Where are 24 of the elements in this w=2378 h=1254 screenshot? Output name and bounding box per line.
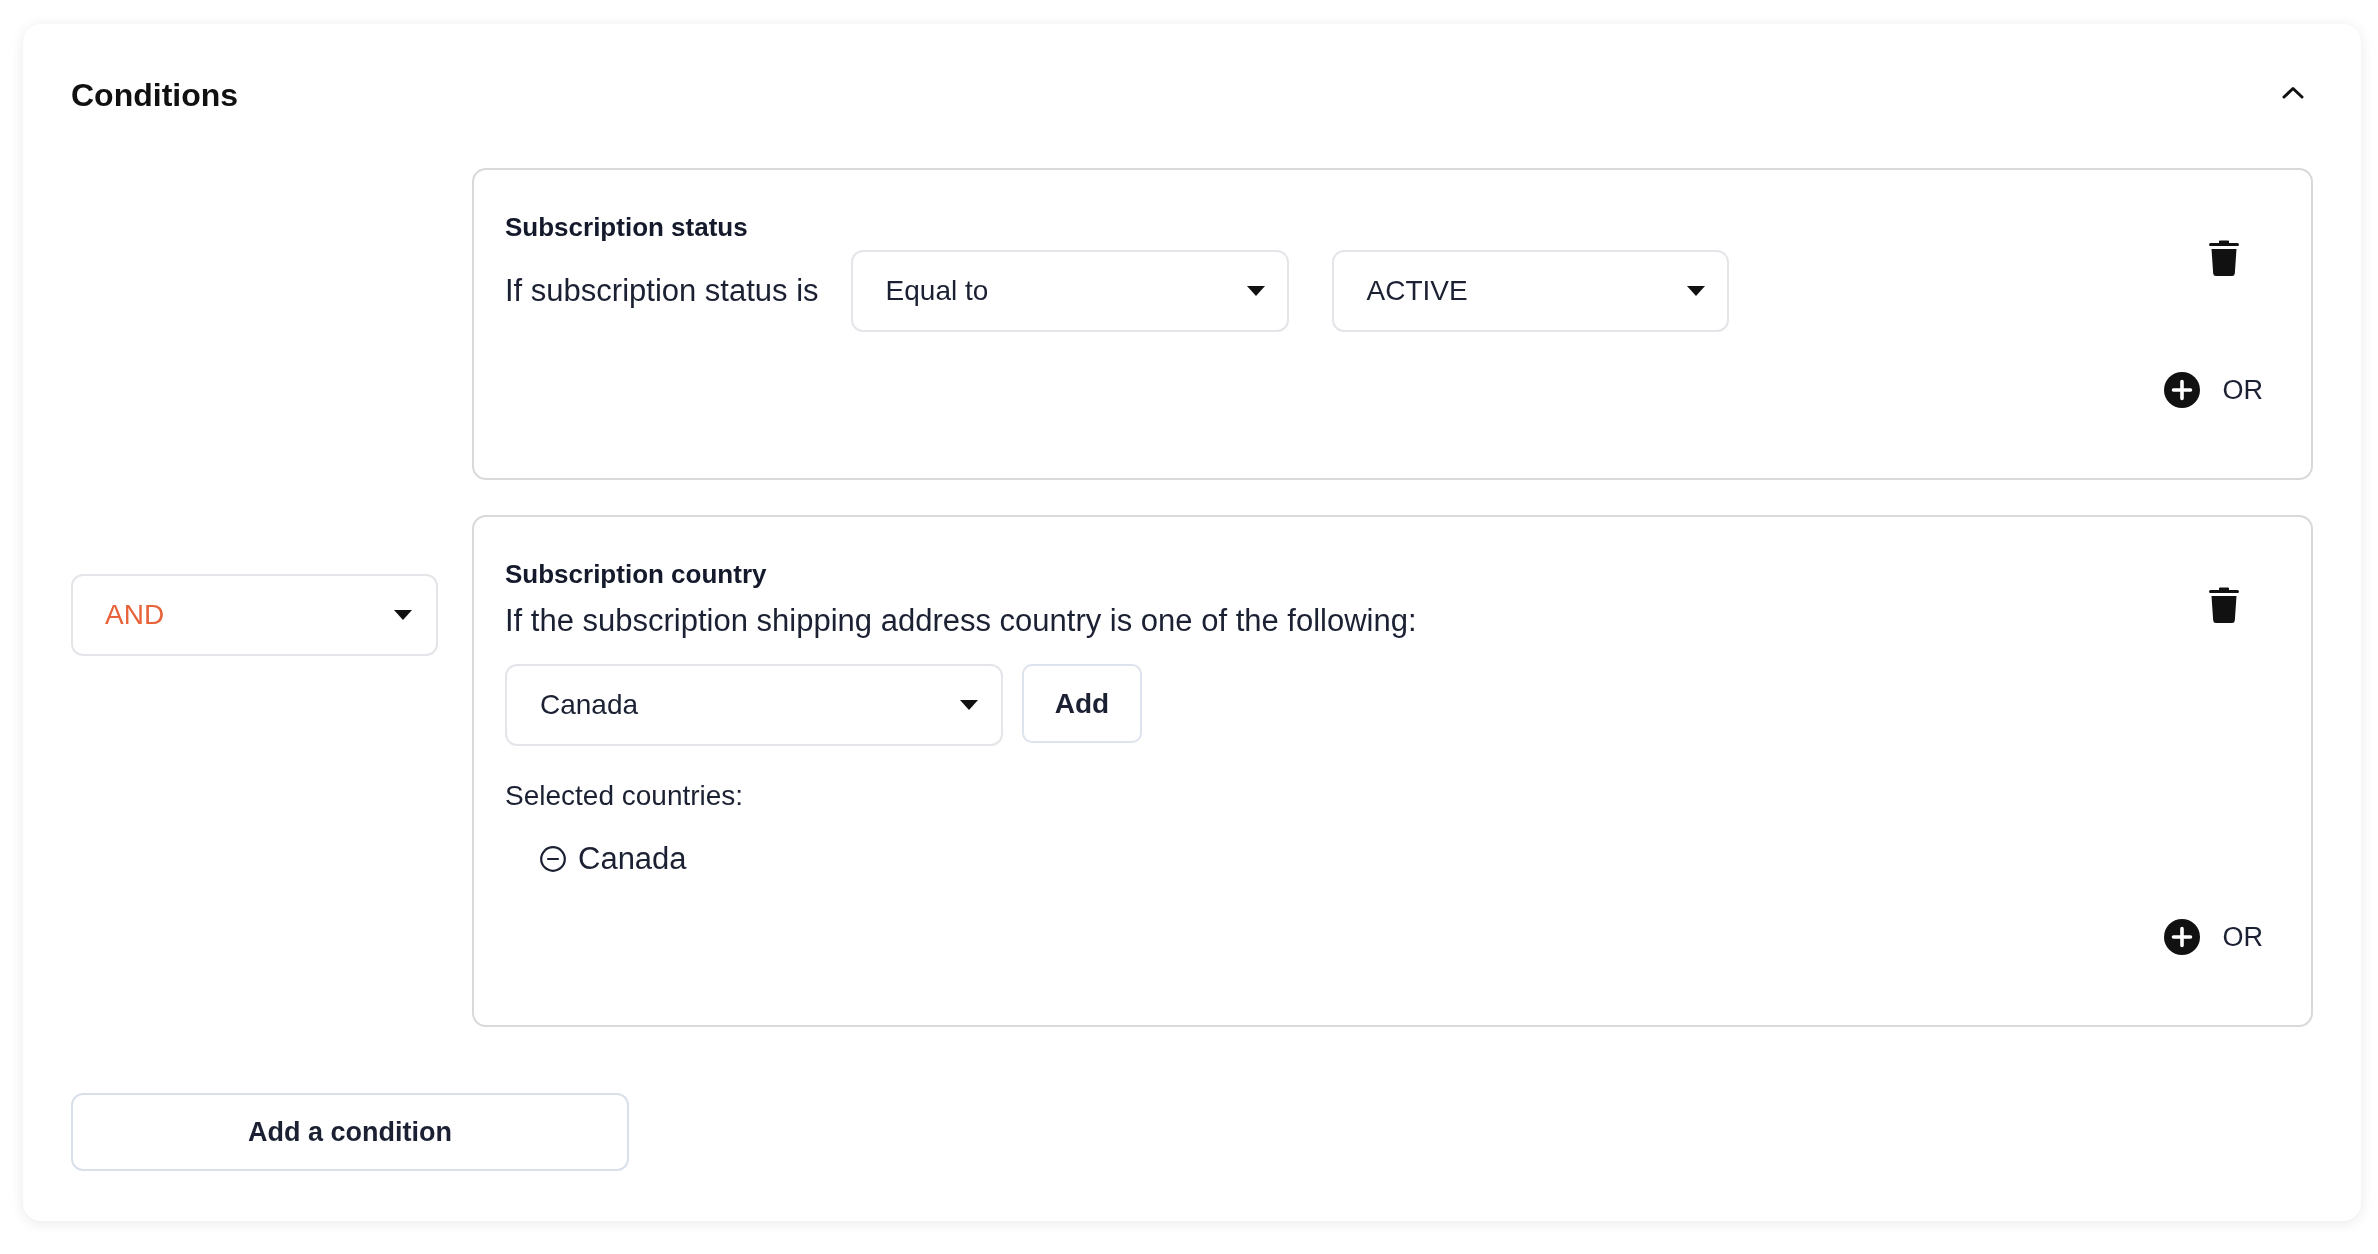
value-dropdown[interactable]: ACTIVE xyxy=(1331,250,1729,332)
add-condition-button[interactable]: Add a condition xyxy=(71,1093,629,1171)
condition-title: Subscription country xyxy=(505,558,767,590)
caret-down-icon xyxy=(1686,286,1705,296)
add-or-button[interactable]: OR xyxy=(2163,917,2263,957)
add-or-button[interactable]: OR xyxy=(2163,370,2263,410)
condition-description: If the subscription shipping address country is one of the following: xyxy=(505,602,1417,640)
country-dropdown[interactable]: Canada xyxy=(505,664,1003,746)
remove-minus-icon[interactable] xyxy=(540,846,566,872)
plus-circle-icon xyxy=(2163,372,2200,408)
condition-description: If subscription status is xyxy=(505,272,819,310)
section-title: Conditions xyxy=(71,76,239,115)
operator-dropdown[interactable]: Equal to xyxy=(850,250,1289,332)
trash-icon[interactable] xyxy=(2209,587,2239,623)
trash-icon[interactable] xyxy=(2209,240,2239,276)
caret-down-icon xyxy=(1246,286,1265,296)
selected-country: Canada xyxy=(578,840,687,878)
caret-down-icon xyxy=(394,610,412,620)
caret-down-icon xyxy=(960,700,978,710)
selected-countries-label: Selected countries: xyxy=(505,780,744,812)
plus-circle-icon xyxy=(2163,919,2200,955)
chevron-up-icon[interactable] xyxy=(2282,85,2304,99)
add-button[interactable]: Add xyxy=(1022,664,1142,743)
condition-title: Subscription status xyxy=(505,211,748,243)
